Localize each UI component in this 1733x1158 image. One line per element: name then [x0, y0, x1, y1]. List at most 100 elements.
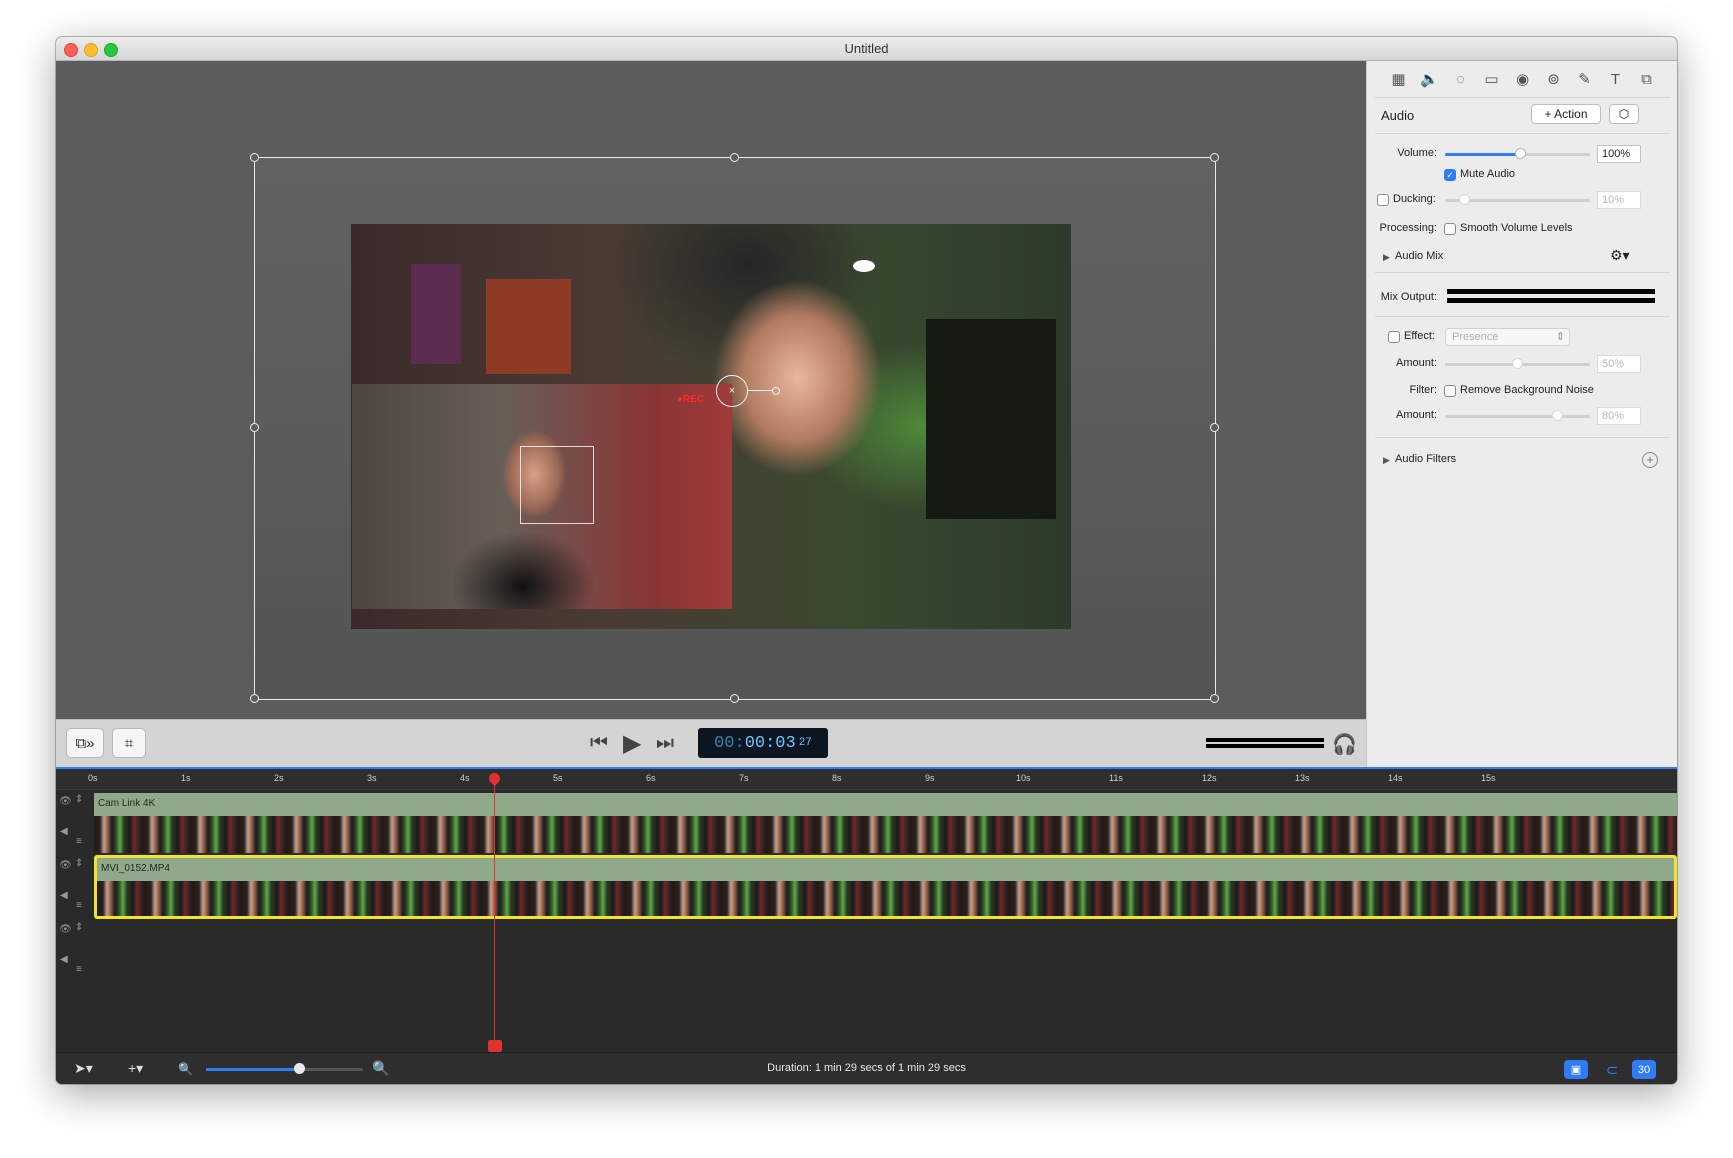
headphones-icon[interactable]: 🎧 — [1332, 732, 1357, 757]
magnet-button[interactable]: ⊂ — [1602, 1060, 1622, 1079]
eye-icon[interactable]: 👁 — [59, 796, 72, 807]
film-icon[interactable]: ▦ — [1389, 70, 1408, 89]
volume-slider-knob[interactable] — [1515, 148, 1526, 159]
ruler-label: 7s — [739, 773, 749, 783]
volume-field[interactable]: 100% — [1597, 145, 1641, 163]
divider — [1375, 97, 1670, 98]
ducking-checkbox[interactable] — [1377, 194, 1389, 206]
filter-amount-slider[interactable] — [1445, 410, 1590, 421]
resize-handle-top[interactable] — [730, 153, 739, 162]
speaker-icon[interactable]: ◀ — [60, 954, 68, 965]
add-action-button[interactable]: + Action — [1531, 104, 1601, 124]
filter-amount-knob[interactable] — [1552, 410, 1563, 421]
reorder-arrows-icon[interactable]: ⇕ — [75, 858, 83, 869]
dashed-circle-icon[interactable]: ◌ — [1451, 70, 1470, 89]
rewind-button[interactable]: ⏮ — [590, 732, 608, 755]
ducking-field[interactable]: 10% — [1597, 191, 1641, 209]
timecode-hours: 00: — [714, 733, 745, 753]
ducking-label: Ducking: — [1393, 193, 1436, 205]
timeline-clip-selected[interactable]: MVI_0152.MP4 — [94, 855, 1677, 919]
menu-icon[interactable]: ≡ — [76, 964, 82, 975]
playhead-grip[interactable] — [488, 1040, 502, 1052]
timeline[interactable]: 0s 1s 2s 3s 4s 5s 6s 7s 8s 9s 10s 11s 12… — [56, 767, 1677, 1054]
reorder-arrows-icon[interactable]: ⇕ — [75, 922, 83, 933]
rotation-handle[interactable]: × — [716, 375, 748, 407]
effect-amount-knob[interactable] — [1512, 358, 1523, 369]
menu-icon[interactable]: ≡ — [76, 900, 82, 911]
timeline-clip[interactable]: Cam Link 4K — [94, 793, 1677, 853]
effect-checkbox[interactable] — [1388, 331, 1400, 343]
resize-handle-bottom-right[interactable] — [1210, 694, 1219, 703]
cube-button[interactable]: ⬡ — [1609, 104, 1639, 124]
circles-icon[interactable]: ⊚ — [1544, 70, 1563, 89]
playhead-line[interactable] — [494, 783, 495, 1052]
audio-filters-disclosure-icon[interactable]: ▶ — [1383, 455, 1390, 466]
filter-label: Filter: — [1409, 384, 1438, 396]
fast-forward-button[interactable]: ⏭ — [656, 732, 674, 755]
audio-mix-label[interactable]: Audio Mix — [1395, 250, 1443, 262]
zoom-window-button[interactable] — [104, 43, 118, 57]
track-controls: 👁 ⇕ ◀ ≡ — [56, 793, 90, 857]
crop-icon: ⌗ — [124, 734, 134, 752]
speaker-icon[interactable]: ◀ — [60, 826, 68, 837]
timecode-display: 00: 00:03 27 — [698, 728, 828, 758]
speaker-icon[interactable]: 🔈 — [1420, 70, 1439, 89]
cursor-circle-icon[interactable]: ◉ — [1513, 70, 1532, 89]
ruler-label: 4s — [460, 773, 470, 783]
rotation-knob[interactable] — [772, 387, 780, 395]
crop-button[interactable]: ⌗ — [112, 728, 146, 758]
effect-select[interactable]: Presence ⇕ — [1445, 328, 1570, 346]
ducking-slider[interactable] — [1445, 194, 1590, 205]
reorder-arrows-icon[interactable]: ⇕ — [75, 794, 83, 805]
snapping-button[interactable]: ▣ — [1564, 1060, 1588, 1079]
audio-filters-label[interactable]: Audio Filters — [1395, 453, 1456, 465]
smooth-volume-checkbox[interactable] — [1444, 223, 1456, 235]
gear-menu-icon[interactable]: ⚙▾ — [1610, 247, 1630, 264]
processing-label: Processing: — [1379, 222, 1437, 234]
play-button[interactable]: ▶ — [623, 729, 641, 758]
eye-icon[interactable]: 👁 — [59, 860, 72, 871]
menu-icon[interactable]: ≡ — [76, 836, 82, 847]
mute-audio-label: Mute Audio — [1460, 168, 1516, 180]
divider — [1375, 437, 1670, 438]
selection-rectangle[interactable] — [254, 157, 1216, 700]
resize-handle-bottom[interactable] — [730, 694, 739, 703]
filter-amount-label: Amount: — [1396, 409, 1437, 421]
fps-button[interactable]: 30 — [1632, 1060, 1656, 1079]
close-window-button[interactable] — [64, 43, 78, 57]
clip-filmstrip — [94, 816, 1677, 853]
stack-forward-icon: ⧉» — [75, 734, 95, 752]
clip-name: Cam Link 4K — [98, 798, 156, 809]
speaker-icon[interactable]: ◀ — [60, 890, 68, 901]
resize-handle-right[interactable] — [1210, 423, 1219, 432]
ruler-label: 1s — [181, 773, 191, 783]
resize-handle-bottom-left[interactable] — [250, 694, 259, 703]
audio-mix-disclosure-icon[interactable]: ▶ — [1383, 252, 1390, 263]
remove-noise-checkbox[interactable] — [1444, 385, 1456, 397]
text-icon[interactable]: T — [1606, 70, 1625, 89]
eye-icon[interactable]: 👁 — [59, 924, 72, 935]
effect-amount-field[interactable]: 50% — [1597, 355, 1641, 373]
add-filter-icon[interactable]: + — [1642, 452, 1658, 468]
resize-handle-top-right[interactable] — [1210, 153, 1219, 162]
resize-handle-left[interactable] — [250, 423, 259, 432]
filter-amount-field[interactable]: 80% — [1597, 407, 1641, 425]
minimize-window-button[interactable] — [84, 43, 98, 57]
effect-amount-slider[interactable] — [1445, 358, 1590, 369]
screen-icon[interactable]: ▭ — [1482, 70, 1501, 89]
track-controls: 👁 ⇕ ◀ ≡ — [56, 857, 90, 921]
layout-toggle-button[interactable]: ⧉» — [66, 728, 104, 758]
canvas[interactable]: ●REC × — [56, 61, 1366, 719]
pencil-icon[interactable]: ✎ — [1575, 70, 1594, 89]
mute-audio-checkbox[interactable]: ✓ — [1444, 169, 1456, 181]
transport-bar: ⧉» ⌗ ⏮ ▶ ⏭ 00: 00:03 27 🎧 — [56, 719, 1366, 768]
volume-slider[interactable] — [1445, 148, 1590, 159]
rotation-arm — [747, 390, 773, 391]
resize-handle-top-left[interactable] — [250, 153, 259, 162]
time-ruler[interactable]: 0s 1s 2s 3s 4s 5s 6s 7s 8s 9s 10s 11s 12… — [56, 769, 1677, 790]
stack-icon[interactable]: ⧉ — [1637, 70, 1656, 89]
smooth-volume-label: Smooth Volume Levels — [1460, 222, 1573, 234]
ducking-slider-knob[interactable] — [1459, 194, 1470, 205]
track-controls: 👁 ⇕ ◀ ≡ — [56, 921, 90, 985]
ruler-label: 15s — [1481, 773, 1496, 783]
